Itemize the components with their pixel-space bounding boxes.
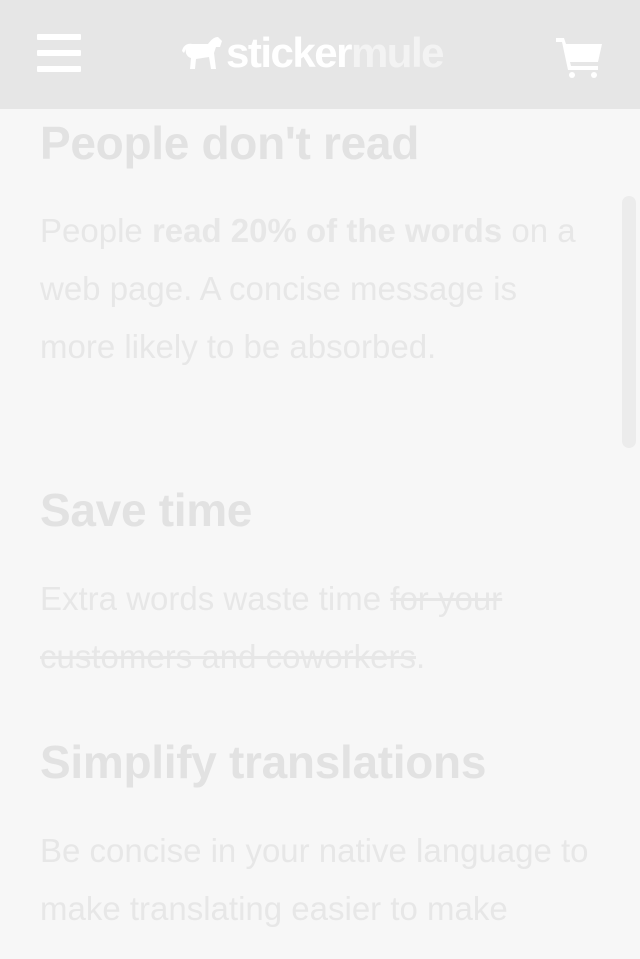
brand-name-part1: sticker: [226, 29, 352, 76]
vertical-scrollbar[interactable]: [622, 196, 636, 448]
section-text-simplify-translations: Be concise in your native language to ma…: [40, 832, 589, 927]
menu-bar: [37, 50, 81, 56]
section-text-save-time: Extra words waste time for your customer…: [40, 570, 600, 686]
text-span: Extra words waste time: [40, 580, 391, 617]
top-header: sticker mule: [0, 0, 640, 109]
menu-bar: [37, 66, 81, 72]
bold-text: read 20% of the words: [151, 212, 503, 249]
text-span: .: [415, 638, 426, 675]
section-title-people-dont-read: People don't read: [40, 117, 420, 169]
brand-name-part2: mule: [350, 29, 445, 76]
hamburger-menu-icon[interactable]: [37, 34, 81, 74]
mule-icon: [182, 37, 222, 69]
brand-logo-link[interactable]: sticker mule: [180, 28, 445, 78]
section-title-save-time: Save time: [40, 484, 253, 536]
section-title-simplify-translations: Simplify translations: [40, 736, 487, 788]
menu-bar: [37, 34, 81, 40]
text-span: People: [40, 212, 152, 249]
section-text-people-dont-read: People read 20% of the words on a web pa…: [40, 202, 600, 376]
cart-glyph: [556, 38, 602, 78]
shopping-cart-icon[interactable]: [556, 36, 604, 78]
